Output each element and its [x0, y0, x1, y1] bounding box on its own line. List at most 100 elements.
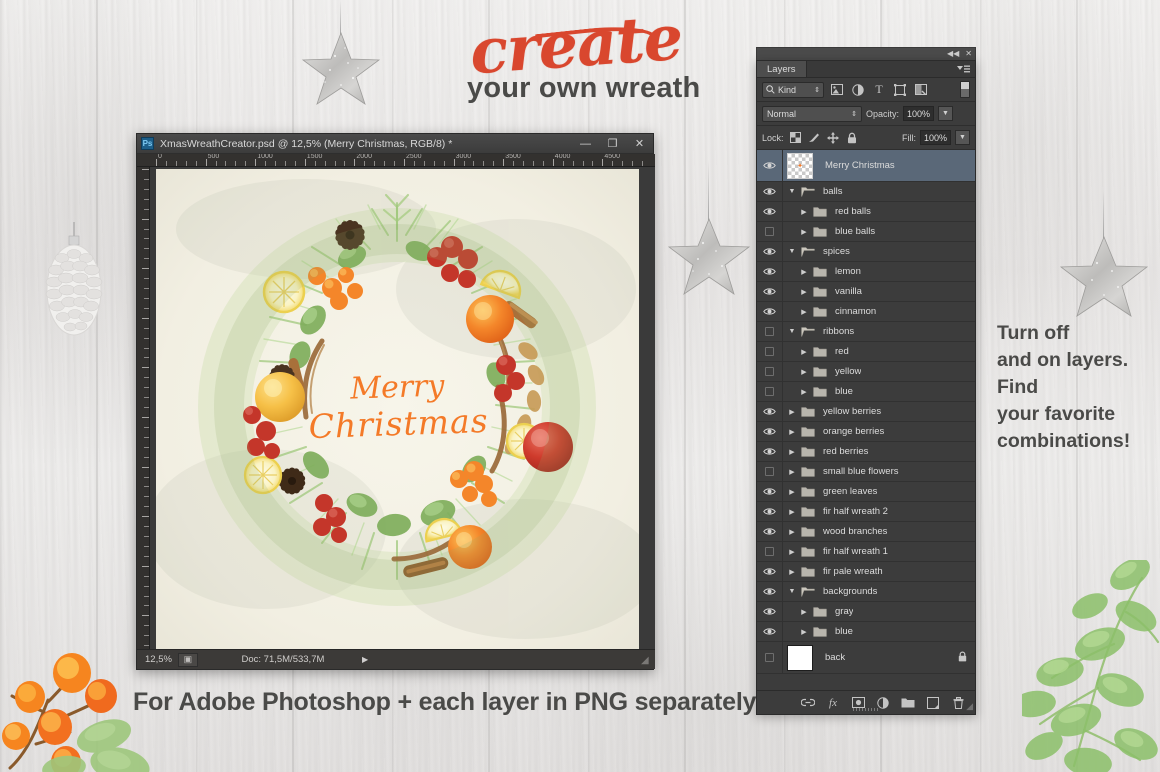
layer-visibility-eye-icon[interactable] [757, 262, 783, 281]
opacity-stepper[interactable]: ▼ [938, 106, 953, 121]
layer-row-body[interactable]: ▶blue [783, 382, 975, 401]
chevron-right-icon[interactable]: ▶ [799, 308, 809, 316]
layer-row-body[interactable]: ▶red balls [783, 202, 975, 221]
layer-row[interactable]: ▶gray [757, 602, 975, 622]
layer-row[interactable]: ▶lemon [757, 262, 975, 282]
layer-row-body[interactable]: ▶red berries [783, 442, 975, 461]
new-layer-icon[interactable] [926, 696, 940, 710]
chevron-down-icon[interactable]: ▼ [787, 588, 797, 595]
layer-visibility-eye-icon[interactable] [757, 602, 783, 621]
layer-row[interactable]: ▶red [757, 342, 975, 362]
fill-value[interactable]: 100% [920, 130, 951, 145]
chevron-right-icon[interactable]: ▶ [799, 608, 809, 616]
layer-row-body[interactable]: ▶blue [783, 622, 975, 641]
document-titlebar[interactable]: Ps XmasWreathCreator.psd @ 12,5% (Merry … [137, 134, 653, 154]
layer-row-body[interactable]: ✦Merry Christmas [783, 150, 975, 181]
layer-row[interactable]: ▶blue [757, 622, 975, 642]
link-layers-icon[interactable] [801, 696, 815, 710]
layer-visibility-off-checkbox[interactable] [757, 342, 783, 361]
chevron-right-icon[interactable]: ▶ [787, 428, 797, 436]
blend-mode-select[interactable]: Normal ⇕ [762, 106, 862, 122]
close-panel-icon[interactable]: ✕ [965, 50, 972, 58]
panel-resize-grip[interactable]: ◢ [966, 701, 973, 712]
layer-visibility-eye-icon[interactable] [757, 562, 783, 581]
layer-visibility-off-checkbox[interactable] [757, 362, 783, 381]
minimize-button[interactable]: — [572, 134, 599, 153]
chevron-down-icon[interactable]: ▼ [787, 328, 797, 335]
layer-row[interactable]: ▼backgrounds [757, 582, 975, 602]
layer-row[interactable]: ▶fir pale wreath [757, 562, 975, 582]
layer-row[interactable]: ▶cinnamon [757, 302, 975, 322]
layer-row[interactable]: ▼spices [757, 242, 975, 262]
chevron-right-icon[interactable]: ▶ [799, 388, 809, 396]
zoom-level-field[interactable]: 12,5% [137, 654, 178, 665]
layer-visibility-eye-icon[interactable] [757, 522, 783, 541]
chevron-right-icon[interactable]: ▶ [787, 528, 797, 536]
layer-visibility-eye-icon[interactable] [757, 622, 783, 641]
collapse-panel-icon[interactable]: ◀◀ [947, 50, 959, 58]
lock-transparent-pixels-icon[interactable] [788, 130, 803, 145]
canvas-area[interactable]: Merry Christmas [150, 167, 655, 650]
layer-row-body[interactable]: ▼balls [783, 182, 975, 201]
chevron-down-icon[interactable]: ▼ [787, 188, 797, 195]
layer-row-body[interactable]: ▶blue balls [783, 222, 975, 241]
shape-layer-filter-icon[interactable] [892, 82, 908, 98]
layer-row[interactable]: ▼balls [757, 182, 975, 202]
layer-visibility-eye-icon[interactable] [757, 442, 783, 461]
vertical-ruler[interactable]: 050010001500200025003000350040004500 [137, 167, 150, 650]
adjustment-layer-filter-icon[interactable] [850, 82, 866, 98]
layer-row[interactable]: ▶yellow berries [757, 402, 975, 422]
close-button[interactable]: ✕ [626, 134, 653, 153]
layer-row-body[interactable]: ▼backgrounds [783, 582, 975, 601]
chevron-right-icon[interactable]: ▶ [787, 488, 797, 496]
horizontal-ruler[interactable]: 050010001500200025003000350040004500 [137, 154, 655, 167]
chevron-down-icon[interactable]: ▼ [787, 248, 797, 255]
layer-row-body[interactable]: ▶vanilla [783, 282, 975, 301]
layer-row-body[interactable]: ▶fir pale wreath [783, 562, 975, 581]
lock-image-pixels-icon[interactable] [807, 130, 822, 145]
layer-row[interactable]: back [757, 642, 975, 674]
layer-row-body[interactable]: ▶cinnamon [783, 302, 975, 321]
layer-visibility-eye-icon[interactable] [757, 402, 783, 421]
layer-row[interactable]: ▶vanilla [757, 282, 975, 302]
tab-layers[interactable]: Layers [757, 61, 807, 77]
chevron-right-icon[interactable]: ▶ [799, 348, 809, 356]
layer-row[interactable]: ▶fir half wreath 1 [757, 542, 975, 562]
panel-drag-handle[interactable] [853, 708, 879, 711]
chevron-right-icon[interactable]: ▶ [799, 628, 809, 636]
chevron-right-icon[interactable]: ▶ [787, 548, 797, 556]
chevron-right-icon[interactable]: ▶ [787, 508, 797, 516]
layer-row-body[interactable]: ▶small blue flowers [783, 462, 975, 481]
panel-menu-icon[interactable] [952, 61, 975, 77]
layer-row-body[interactable]: ▶wood branches [783, 522, 975, 541]
layer-visibility-eye-icon[interactable] [757, 482, 783, 501]
new-group-icon[interactable] [901, 696, 915, 710]
layer-visibility-off-checkbox[interactable] [757, 322, 783, 341]
layer-row-body[interactable]: back [783, 642, 975, 673]
layer-thumbnail[interactable] [787, 645, 813, 671]
layer-visibility-eye-icon[interactable] [757, 242, 783, 261]
layer-row[interactable]: ▶wood branches [757, 522, 975, 542]
layer-row[interactable]: ▶yellow [757, 362, 975, 382]
layer-thumbnail[interactable]: ✦ [787, 153, 813, 179]
layer-row-body[interactable]: ▼spices [783, 242, 975, 261]
layer-row-body[interactable]: ▶yellow berries [783, 402, 975, 421]
layer-style-fx-icon[interactable]: fx [826, 696, 840, 710]
pixel-layer-filter-icon[interactable] [829, 82, 845, 98]
chevron-right-icon[interactable]: ▶ [799, 368, 809, 376]
chevron-right-icon[interactable]: ▶ [799, 208, 809, 216]
chevron-right-icon[interactable]: ▶ [799, 268, 809, 276]
layer-list[interactable]: ✦Merry Christmas▼balls▶red balls▶blue ba… [757, 150, 975, 690]
layer-visibility-eye-icon[interactable] [757, 182, 783, 201]
layer-row-body[interactable]: ▶yellow [783, 362, 975, 381]
layer-row[interactable]: ▶blue [757, 382, 975, 402]
layer-visibility-off-checkbox[interactable] [757, 222, 783, 241]
status-options-arrow[interactable]: ▶ [362, 655, 368, 664]
chevron-updown-icon[interactable]: ⇕ [814, 86, 820, 94]
layer-row-body[interactable]: ▶fir half wreath 1 [783, 542, 975, 561]
chevron-right-icon[interactable]: ▶ [799, 288, 809, 296]
layer-visibility-eye-icon[interactable] [757, 202, 783, 221]
layer-row[interactable]: ▶orange berries [757, 422, 975, 442]
delete-layer-icon[interactable] [951, 696, 965, 710]
chevron-right-icon[interactable]: ▶ [787, 568, 797, 576]
